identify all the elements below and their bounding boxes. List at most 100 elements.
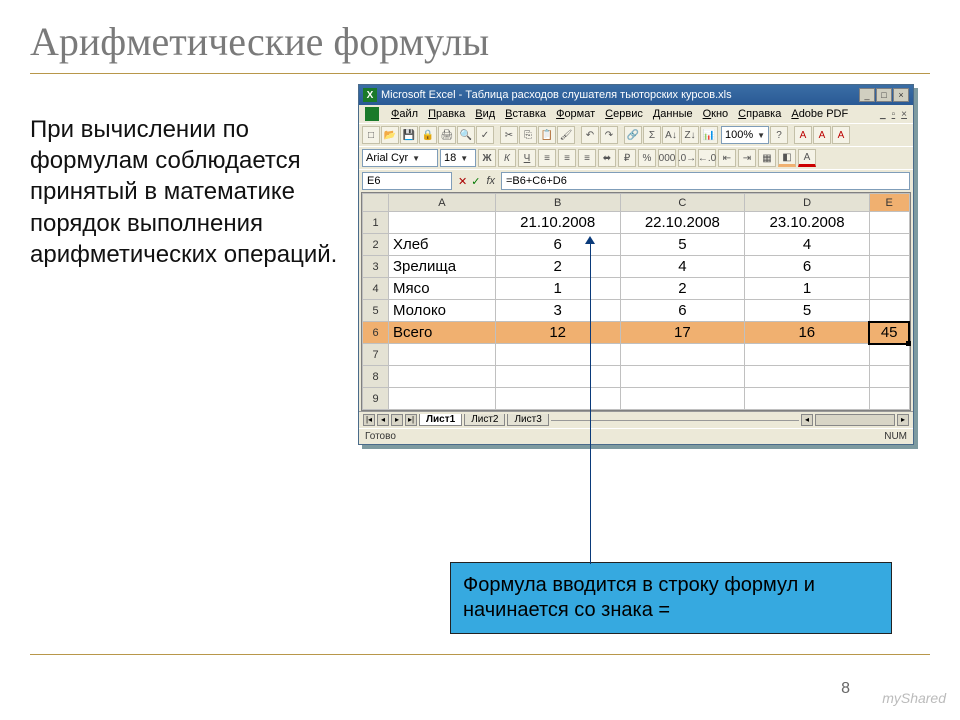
increase-decimal-icon[interactable]: .0→ (678, 149, 696, 167)
row-9[interactable]: 9 (363, 388, 389, 410)
hscroll-left-icon[interactable]: ◂ (801, 414, 813, 426)
preview-icon[interactable]: 🔍 (457, 126, 475, 144)
cell-E8[interactable] (869, 366, 909, 388)
menu-adobe[interactable]: Adobe PDF (791, 108, 848, 120)
menu-window[interactable]: Окно (703, 108, 729, 120)
cell-D3[interactable]: 6 (745, 256, 870, 278)
cell-A3[interactable]: Зрелища (389, 256, 496, 278)
row-3[interactable]: 3 (363, 256, 389, 278)
cell-B4[interactable]: 1 (495, 278, 620, 300)
sum-icon[interactable]: Σ (643, 126, 661, 144)
row-2[interactable]: 2 (363, 234, 389, 256)
decrease-indent-icon[interactable]: ⇤ (718, 149, 736, 167)
cell-D6[interactable]: 16 (745, 322, 870, 344)
cell-C8[interactable] (620, 366, 745, 388)
col-C[interactable]: C (620, 194, 745, 212)
increase-indent-icon[interactable]: ⇥ (738, 149, 756, 167)
cell-D9[interactable] (745, 388, 870, 410)
font-size-combo[interactable]: 18▼ (440, 149, 476, 167)
cell-C6[interactable]: 17 (620, 322, 745, 344)
col-A[interactable]: A (389, 194, 496, 212)
tab-last-icon[interactable]: ▸| (405, 414, 417, 426)
chart-icon[interactable]: 📊 (700, 126, 718, 144)
cell-E3[interactable] (869, 256, 909, 278)
worksheet[interactable]: A B C D E 1 21.10.2008 22.10.2008 23.10.… (361, 192, 911, 411)
save-icon[interactable]: 💾 (400, 126, 418, 144)
cell-B9[interactable] (495, 388, 620, 410)
format-painter-icon[interactable]: 🖌 (557, 126, 575, 144)
cancel-formula-icon[interactable]: ✕ (458, 175, 467, 188)
cell-C3[interactable]: 4 (620, 256, 745, 278)
cell-C9[interactable] (620, 388, 745, 410)
tab-sheet2[interactable]: Лист2 (464, 414, 505, 426)
menu-file[interactable]: Файл (391, 108, 418, 120)
row-1[interactable]: 1 (363, 212, 389, 234)
copy-icon[interactable]: ⎘ (519, 126, 537, 144)
formula-input[interactable]: =B6+C6+D6 (501, 172, 910, 190)
pdf-mail-icon[interactable]: A (813, 126, 831, 144)
pdf-review-icon[interactable]: A (832, 126, 850, 144)
cell-A2[interactable]: Хлеб (389, 234, 496, 256)
cell-D7[interactable] (745, 344, 870, 366)
new-icon[interactable]: □ (362, 126, 380, 144)
doc-close-button[interactable]: × (901, 109, 907, 120)
font-name-combo[interactable]: Arial Cyr▼ (362, 149, 438, 167)
font-color-icon[interactable]: A (798, 149, 816, 167)
cell-D2[interactable]: 4 (745, 234, 870, 256)
comma-icon[interactable]: 000 (658, 149, 676, 167)
align-left-icon[interactable]: ≡ (538, 149, 556, 167)
sort-desc-icon[interactable]: Z↓ (681, 126, 699, 144)
row-7[interactable]: 7 (363, 344, 389, 366)
hscroll-right-icon[interactable]: ▸ (897, 414, 909, 426)
col-B[interactable]: B (495, 194, 620, 212)
cell-C1[interactable]: 22.10.2008 (620, 212, 745, 234)
zoom-combo[interactable]: 100%▼ (721, 126, 769, 144)
cell-B8[interactable] (495, 366, 620, 388)
tab-sheet3[interactable]: Лист3 (507, 414, 548, 426)
bold-icon[interactable]: Ж (478, 149, 496, 167)
sort-asc-icon[interactable]: A↓ (662, 126, 680, 144)
cell-A5[interactable]: Молоко (389, 300, 496, 322)
menu-tools[interactable]: Сервис (605, 108, 643, 120)
tab-next-icon[interactable]: ▸ (391, 414, 403, 426)
cell-B5[interactable]: 3 (495, 300, 620, 322)
cell-E1[interactable] (869, 212, 909, 234)
link-icon[interactable]: 🔗 (624, 126, 642, 144)
cell-D4[interactable]: 1 (745, 278, 870, 300)
cell-A4[interactable]: Мясо (389, 278, 496, 300)
cell-E4[interactable] (869, 278, 909, 300)
cell-B7[interactable] (495, 344, 620, 366)
row-6[interactable]: 6 (363, 322, 389, 344)
col-E[interactable]: E (869, 194, 909, 212)
cell-B3[interactable]: 2 (495, 256, 620, 278)
cell-A1[interactable] (389, 212, 496, 234)
maximize-button[interactable]: □ (876, 88, 892, 102)
print-icon[interactable]: 🖨 (438, 126, 456, 144)
menu-help[interactable]: Справка (738, 108, 781, 120)
merge-icon[interactable]: ⬌ (598, 149, 616, 167)
doc-restore-button[interactable]: ▫ (892, 109, 896, 120)
cell-A7[interactable] (389, 344, 496, 366)
cell-A9[interactable] (389, 388, 496, 410)
cell-C5[interactable]: 6 (620, 300, 745, 322)
select-all-corner[interactable] (363, 194, 389, 212)
cell-C4[interactable]: 2 (620, 278, 745, 300)
cell-D8[interactable] (745, 366, 870, 388)
doc-minimize-button[interactable]: _ (880, 109, 886, 120)
row-8[interactable]: 8 (363, 366, 389, 388)
permission-icon[interactable]: 🔒 (419, 126, 437, 144)
menu-view[interactable]: Вид (475, 108, 495, 120)
fx-icon[interactable]: fx (486, 175, 495, 187)
currency-icon[interactable]: ₽ (618, 149, 636, 167)
cell-C7[interactable] (620, 344, 745, 366)
percent-icon[interactable]: % (638, 149, 656, 167)
redo-icon[interactable]: ↷ (600, 126, 618, 144)
col-D[interactable]: D (745, 194, 870, 212)
fill-color-icon[interactable]: ◧ (778, 149, 796, 167)
italic-icon[interactable]: К (498, 149, 516, 167)
hscroll-track[interactable] (815, 414, 895, 426)
cell-E2[interactable] (869, 234, 909, 256)
cell-D5[interactable]: 5 (745, 300, 870, 322)
spell-icon[interactable]: ✓ (476, 126, 494, 144)
underline-icon[interactable]: Ч (518, 149, 536, 167)
